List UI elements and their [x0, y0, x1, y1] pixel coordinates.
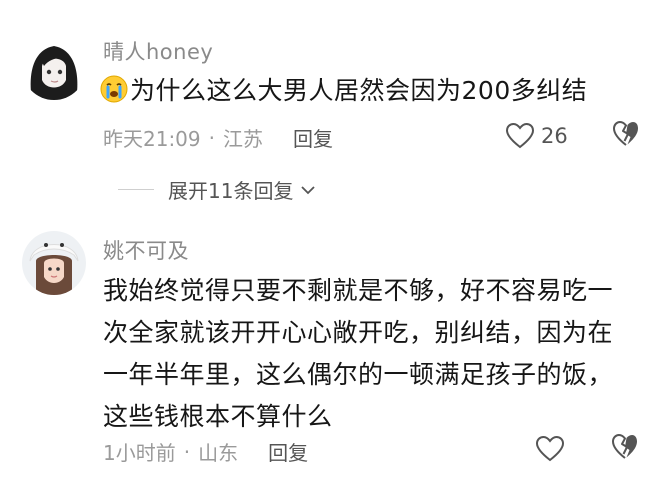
comment-body: 为什么这么大男人居然会因为200多纠结: [130, 76, 588, 105]
separator: ·: [208, 125, 215, 150]
chevron-down-icon: [301, 185, 316, 194]
comment-item: 晴人honey 为什么这么大男人居然会因为200多纠结 昨天21:09 · 江苏…: [0, 0, 660, 215]
comment-item: 姚不可及 我始终觉得只要不剩就是不够，好不容易吃一 次全家就该开开心心敞开吃，别…: [0, 215, 660, 477]
like-button[interactable]: 26: [505, 122, 568, 150]
username[interactable]: 晴人honey: [103, 36, 213, 66]
broken-heart-icon: [612, 434, 637, 459]
reply-button[interactable]: 回复: [293, 123, 333, 152]
comment-meta: 1小时前 · 山东 回复: [103, 437, 308, 466]
heart-icon: [535, 435, 565, 462]
dislike-button[interactable]: [612, 120, 640, 152]
comment-line: 次全家就该开开心心敞开吃，别纠结，因为在: [103, 318, 614, 347]
expand-replies-button[interactable]: 展开11条回复: [118, 175, 317, 204]
expand-replies-label: 展开11条回复: [168, 179, 294, 203]
comment-meta: 昨天21:09 · 江苏 回复: [103, 123, 333, 152]
timestamp: 昨天21:09: [103, 127, 201, 151]
comment-actions: [535, 433, 639, 465]
comment-text: 我始终觉得只要不剩就是不够，好不容易吃一 次全家就该开开心心敞开吃，别纠结，因为…: [103, 270, 613, 438]
comment-line: 这些钱根本不算什么: [103, 402, 333, 431]
avatar-image: [22, 36, 86, 100]
avatar-image: [22, 231, 86, 295]
timestamp: 1小时前: [103, 441, 176, 465]
location: 山东: [198, 441, 239, 465]
reply-button[interactable]: 回复: [268, 437, 308, 466]
comment-line: 一年半年里，这么偶尔的一顿满足孩子的饭，: [103, 360, 614, 389]
comment-text: 为什么这么大男人居然会因为200多纠结: [100, 70, 587, 112]
avatar[interactable]: [22, 231, 86, 295]
like-button[interactable]: [535, 435, 571, 463]
heart-icon: [505, 122, 535, 149]
crying-face-emoji-icon: [100, 74, 128, 103]
comment-actions: 26: [505, 120, 640, 152]
separator: ·: [183, 439, 191, 464]
comment-line: 我始终觉得只要不剩就是不够，好不容易吃一: [103, 276, 614, 305]
location: 江苏: [223, 127, 263, 151]
broken-heart-icon: [612, 121, 638, 146]
dislike-button[interactable]: [611, 433, 639, 465]
divider: [118, 189, 154, 190]
like-count: 26: [541, 124, 568, 148]
username[interactable]: 姚不可及: [103, 235, 189, 265]
avatar[interactable]: [22, 36, 86, 100]
